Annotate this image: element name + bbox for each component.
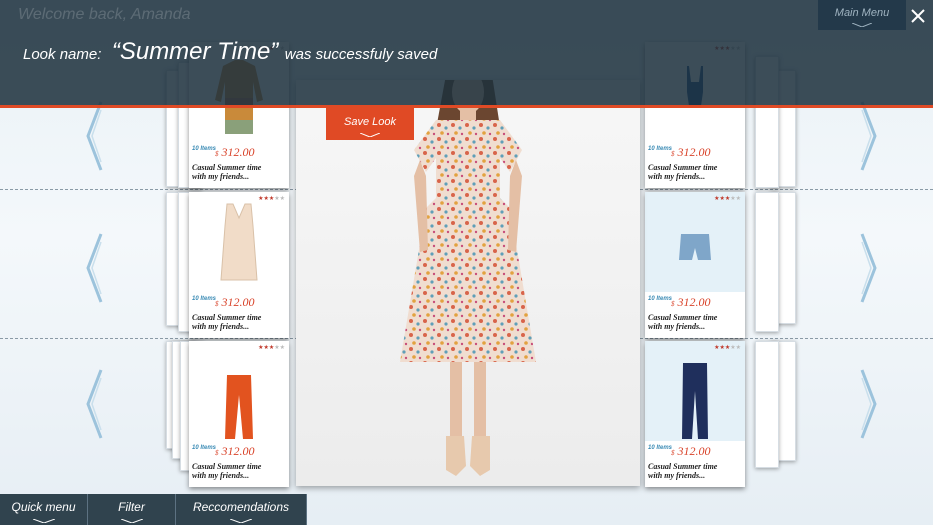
- rating-stars: ★★★★★: [258, 345, 285, 351]
- product-image-orange-pants: [189, 341, 289, 441]
- product-card[interactable]: ★★★★★ 10 Items $ 312.00 Casual Summer ti…: [189, 341, 289, 487]
- stacked-card[interactable]: [755, 192, 779, 332]
- filter-label: Filter: [118, 500, 145, 514]
- close-icon[interactable]: [909, 7, 927, 25]
- product-price: $ 312.00: [671, 145, 711, 159]
- left-arrow-icon[interactable]: [85, 368, 103, 440]
- stacked-card[interactable]: [755, 341, 779, 468]
- quick-menu-label: Quick menu: [11, 500, 76, 514]
- product-price: $ 312.00: [671, 295, 711, 309]
- left-arrow-icon[interactable]: [85, 232, 103, 304]
- items-count: 10 Items: [648, 146, 673, 152]
- product-price: $ 312.00: [215, 444, 255, 458]
- product-card[interactable]: ★★★★★ 10 Items $ 312.00 Casual Summer ti…: [645, 192, 745, 338]
- save-look-button[interactable]: Save Look: [326, 108, 414, 140]
- chevron-down-icon: [230, 519, 252, 523]
- accent-line: [0, 105, 933, 108]
- items-count: 10 Items: [648, 445, 673, 451]
- product-description: Casual Summer time with my friends...: [648, 462, 718, 480]
- product-price: $ 312.00: [215, 295, 255, 309]
- look-name: “Summer Time”: [111, 38, 279, 65]
- left-arrow-icon[interactable]: [85, 100, 103, 172]
- look-name-prefix: Look name:: [23, 46, 102, 63]
- notification-bar: Welcome back, Amanda Main Menu Look name…: [0, 0, 933, 105]
- product-image-blouse: [189, 192, 289, 292]
- product-price: $ 312.00: [215, 145, 255, 159]
- product-description: Casual Summer time with my friends...: [192, 462, 262, 480]
- rating-stars: ★★★★★: [714, 345, 741, 351]
- main-menu-button[interactable]: Main Menu: [818, 0, 906, 30]
- rating-stars: ★★★★★: [714, 196, 741, 202]
- chevron-down-icon: [360, 133, 380, 137]
- save-look-label: Save Look: [344, 116, 396, 128]
- recommendations-label: Reccomendations: [192, 500, 290, 514]
- items-count: 10 Items: [192, 146, 217, 152]
- bottom-menu: Quick menu Filter Reccomendations: [0, 494, 307, 525]
- right-arrow-icon[interactable]: [860, 100, 878, 172]
- product-card[interactable]: ★★★★★ 10 Items $ 312.00 Casual Summer ti…: [645, 341, 745, 487]
- save-confirmation: Look name: “Summer Time” was successfuly…: [23, 38, 437, 66]
- right-arrow-icon[interactable]: [860, 368, 878, 440]
- recommendations-button[interactable]: Reccomendations: [176, 494, 307, 525]
- chevron-down-icon: [852, 23, 872, 27]
- product-image-shorts: [645, 192, 745, 292]
- chevron-down-icon: [120, 519, 143, 523]
- welcome-text: Welcome back, Amanda: [18, 6, 191, 23]
- product-description: Casual Summer time with my friends...: [648, 163, 718, 181]
- save-status: was successfuly saved: [284, 46, 438, 63]
- main-menu-label: Main Menu: [834, 7, 890, 19]
- chevron-down-icon: [32, 519, 55, 523]
- product-description: Casual Summer time with my friends...: [192, 163, 262, 181]
- right-arrow-icon[interactable]: [860, 232, 878, 304]
- product-description: Casual Summer time with my friends...: [648, 313, 718, 331]
- rating-stars: ★★★★★: [258, 196, 285, 202]
- items-count: 10 Items: [192, 445, 217, 451]
- product-price: $ 312.00: [671, 444, 711, 458]
- items-count: 10 Items: [648, 296, 673, 302]
- filter-button[interactable]: Filter: [88, 494, 176, 525]
- product-card[interactable]: ★★★★★ 10 Items $ 312.00 Casual Summer ti…: [189, 192, 289, 338]
- quick-menu-button[interactable]: Quick menu: [0, 494, 88, 525]
- look-photo: [296, 66, 640, 486]
- items-count: 10 Items: [192, 296, 217, 302]
- product-image-jeans: [645, 341, 745, 441]
- product-description: Casual Summer time with my friends...: [192, 313, 262, 331]
